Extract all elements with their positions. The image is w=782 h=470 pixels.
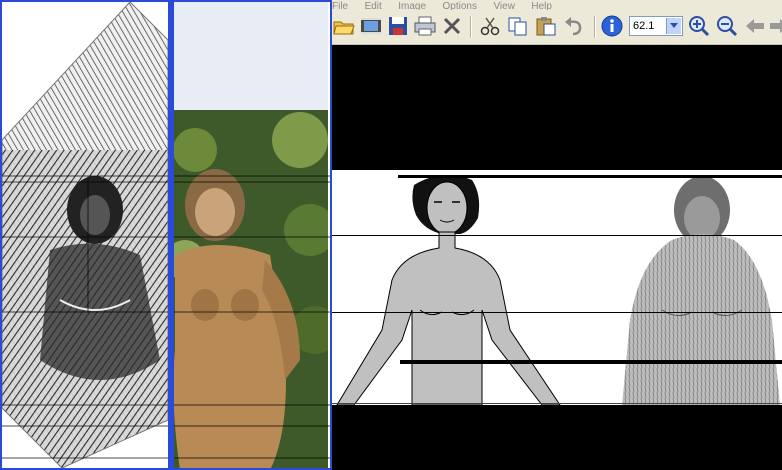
menu-view[interactable]: View	[493, 1, 515, 11]
menu-options[interactable]: Options	[443, 1, 477, 11]
guide-line	[398, 175, 782, 178]
guide-line	[332, 403, 782, 404]
info-icon[interactable]	[600, 14, 624, 38]
open-folder-icon[interactable]	[332, 14, 356, 38]
menu-image[interactable]: Image	[398, 1, 426, 11]
copy-icon[interactable]	[506, 14, 530, 38]
chevron-down-icon[interactable]	[666, 18, 681, 34]
panel-border	[0, 0, 332, 470]
zoom-out-icon[interactable]	[715, 14, 739, 38]
ape-figure	[622, 176, 780, 405]
print-icon[interactable]	[413, 14, 437, 38]
paste-icon[interactable]	[534, 14, 558, 38]
delete-icon[interactable]	[440, 14, 464, 38]
zoom-select[interactable]: 62.1	[629, 16, 683, 36]
save-icon[interactable]	[386, 14, 410, 38]
panel-divider[interactable]	[168, 0, 174, 470]
toolbar-separator	[594, 16, 596, 38]
back-arrow-icon[interactable]	[743, 14, 767, 38]
menu-help[interactable]: Help	[531, 1, 552, 11]
image-canvas[interactable]	[332, 45, 782, 470]
menu-file[interactable]: File	[332, 1, 348, 11]
guide-line	[400, 360, 782, 364]
cut-icon[interactable]	[478, 14, 502, 38]
menu-edit[interactable]: Edit	[365, 1, 382, 11]
guide-line	[332, 235, 782, 236]
guide-line	[332, 312, 782, 313]
slideshow-icon[interactable]	[359, 14, 383, 38]
menu-bar: File Edit Image Options View Help	[332, 0, 782, 10]
forward-arrow-icon[interactable]	[768, 14, 782, 38]
undo-icon[interactable]	[562, 14, 586, 38]
left-image-panel	[0, 0, 332, 470]
human-figure	[336, 175, 561, 406]
toolbar-separator	[470, 16, 472, 38]
zoom-value: 62.1	[633, 20, 655, 32]
comparison-image	[332, 170, 782, 406]
comparison-svg	[336, 175, 780, 406]
toolbar: 62.1	[332, 10, 782, 45]
zoom-in-icon[interactable]	[687, 14, 711, 38]
